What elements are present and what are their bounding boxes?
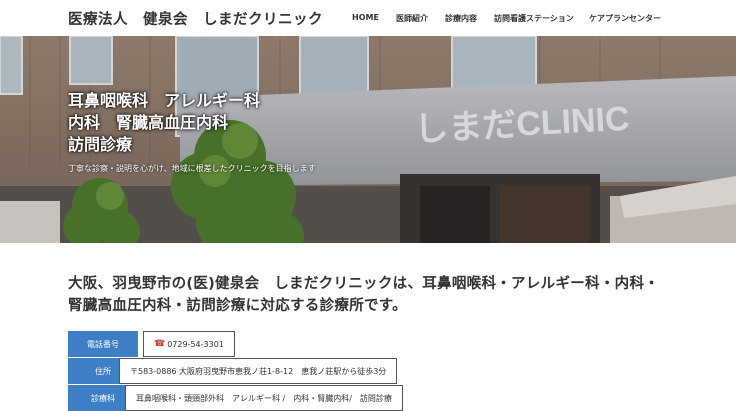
- site-header: 医療法人 健泉会 しまだクリニック HOME 医師紹介 診療内容 訪問看護ステー…: [0, 0, 736, 36]
- nav-home-nursing[interactable]: 訪問看護ステーション: [494, 13, 574, 24]
- info-row-address: 住所 〒583-0886 大阪府羽曳野市恵我ノ荘1-8-12 恵我ノ荘駅から徒歩…: [68, 358, 428, 384]
- hero-subtitle: 丁寧な診察・説明を心がけ、地域に根差したクリニックを目指します: [68, 164, 316, 173]
- main-nav: HOME 医師紹介 診療内容 訪問看護ステーション ケアプランセンター: [0, 13, 736, 27]
- info-row-phone: 電話番号 ☎ 0729-54-3301: [68, 331, 248, 357]
- hero-line: 内科 腎臓高血圧内科: [68, 113, 229, 132]
- intro-text: 大阪、羽曳野市の(医)健泉会 しまだクリニックは、耳鼻咽喉科・アレルギー科・内科…: [68, 276, 660, 314]
- info-row-departments: 診療科 耳鼻咽喉科・頭頸部外科 アレルギー科 / 内科・腎臓内科/ 訪問診療: [68, 385, 428, 411]
- phone-number-field[interactable]: ☎ 0729-54-3301: [143, 331, 235, 357]
- nav-care-plan[interactable]: ケアプランセンター: [589, 13, 661, 24]
- phone-number[interactable]: 0729-54-3301: [167, 340, 224, 349]
- hero-banner: しまだCLINIC 耳鼻咽喉科 アレルギー科 内科 腎臓高血圧内科 訪問診療 丁…: [0, 36, 736, 243]
- info-label: 電話番号: [68, 331, 138, 357]
- hero-line: 訪問診療: [68, 135, 133, 154]
- address-field: 〒583-0886 大阪府羽曳野市恵我ノ荘1-8-12 恵我ノ荘駅から徒歩3分: [119, 358, 398, 384]
- nav-doctor[interactable]: 医師紹介: [396, 13, 428, 24]
- phone-icon: ☎: [154, 339, 166, 349]
- hero-line: 耳鼻咽喉科 アレルギー科: [68, 91, 261, 110]
- hero-heading: 耳鼻咽喉科 アレルギー科 内科 腎臓高血圧内科 訪問診療: [68, 90, 260, 156]
- nav-home[interactable]: HOME: [352, 13, 379, 22]
- departments-field: 耳鼻咽喉科・頭頸部外科 アレルギー科 / 内科・腎臓内科/ 訪問診療: [125, 385, 403, 411]
- nav-services[interactable]: 診療内容: [445, 13, 477, 24]
